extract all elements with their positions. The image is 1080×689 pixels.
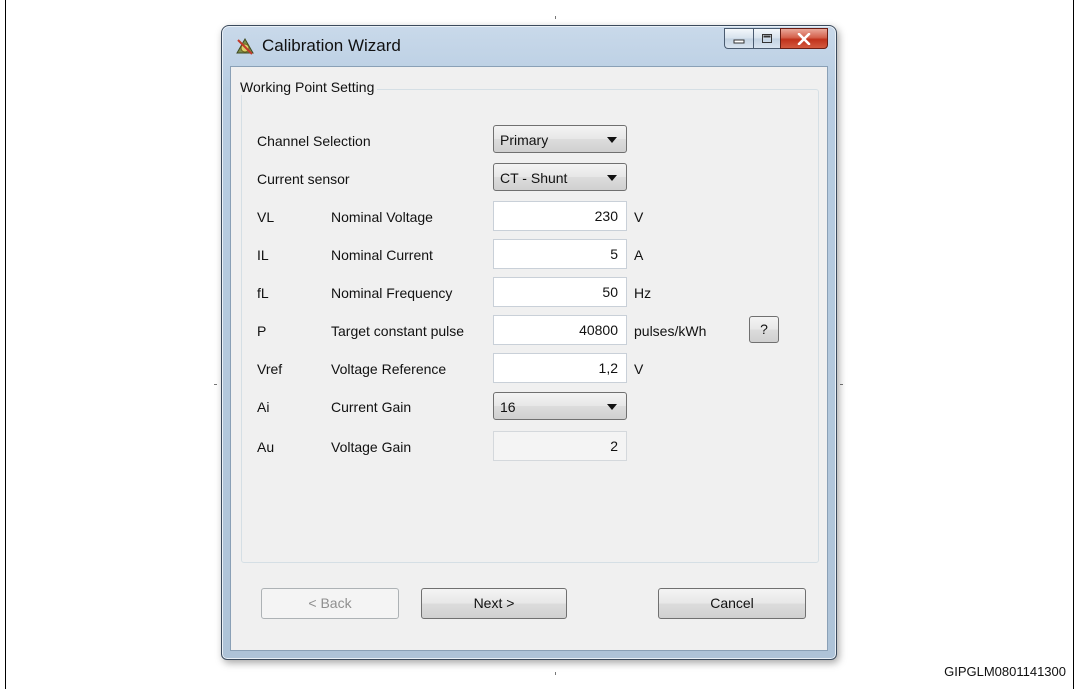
voltage-reference-symbol: Vref — [257, 361, 283, 377]
cancel-button[interactable]: Cancel — [658, 588, 806, 619]
next-button[interactable]: Next > — [421, 588, 567, 619]
current-gain-value: 16 — [500, 399, 516, 415]
background-marker — [214, 384, 217, 385]
current-gain-symbol: Ai — [257, 399, 270, 415]
chevron-down-icon — [607, 175, 617, 181]
caption-buttons — [724, 28, 828, 50]
voltage-gain-label: Voltage Gain — [331, 439, 412, 455]
background-marker — [555, 672, 556, 675]
target-pulse-label: Target constant pulse — [331, 323, 465, 339]
nominal-frequency-label: Nominal Frequency — [331, 285, 453, 301]
voltage-reference-label: Voltage Reference — [331, 361, 447, 377]
voltage-gain-field: 2 — [493, 431, 627, 461]
current-gain-label: Current Gain — [331, 399, 412, 415]
nominal-voltage-symbol: VL — [257, 209, 275, 225]
calibration-wizard-window: Calibration Wizard Working Point Setting… — [221, 25, 837, 660]
nominal-voltage-input[interactable]: 230 — [493, 201, 627, 231]
current-gain-combo[interactable]: 16 — [493, 392, 627, 420]
minimize-icon — [733, 39, 745, 43]
chevron-down-icon — [607, 404, 617, 410]
window-title: Calibration Wizard — [262, 36, 401, 55]
wizard-client-area: Working Point Setting Channel Selection … — [230, 66, 828, 651]
voltage-gain-symbol: Au — [257, 439, 275, 455]
current-sensor-combo[interactable]: CT - Shunt — [493, 163, 627, 191]
current-sensor-value: CT - Shunt — [500, 170, 568, 186]
target-pulse-unit: pulses/kWh — [634, 323, 707, 339]
figure-id: GIPGLM0801141300 — [944, 664, 1066, 679]
nominal-voltage-label: Nominal Voltage — [331, 209, 433, 225]
nominal-current-input[interactable]: 5 — [493, 239, 627, 269]
channel-selection-value: Primary — [500, 132, 549, 148]
help-button[interactable]: ? — [749, 316, 779, 343]
nominal-frequency-unit: Hz — [634, 285, 652, 301]
close-icon — [797, 32, 811, 45]
nominal-current-label: Nominal Current — [331, 247, 433, 263]
nominal-voltage-unit: V — [634, 209, 644, 225]
channel-selection-combo[interactable]: Primary — [493, 125, 627, 153]
chevron-down-icon — [607, 137, 617, 143]
group-title: Working Point Setting — [237, 79, 378, 95]
nominal-frequency-input[interactable]: 50 — [493, 277, 627, 307]
close-button[interactable] — [780, 28, 828, 49]
background-marker — [555, 16, 556, 19]
nominal-current-symbol: IL — [257, 247, 269, 263]
back-button[interactable]: < Back — [261, 588, 399, 619]
target-pulse-symbol: P — [257, 323, 267, 339]
target-pulse-input[interactable]: 40800 — [493, 315, 627, 345]
nominal-current-unit: A — [634, 247, 644, 263]
current-sensor-label: Current sensor — [257, 171, 350, 187]
title-bar[interactable]: Calibration Wizard — [222, 26, 836, 66]
maximize-button[interactable] — [753, 28, 780, 49]
minimize-button[interactable] — [724, 28, 753, 49]
voltage-reference-unit: V — [634, 361, 644, 377]
maximize-icon — [762, 34, 772, 43]
calibration-wizard-icon — [236, 37, 254, 55]
voltage-reference-input[interactable]: 1,2 — [493, 353, 627, 383]
background-marker — [840, 384, 843, 385]
channel-selection-label: Channel Selection — [257, 133, 371, 149]
nominal-frequency-symbol: fL — [257, 285, 269, 301]
